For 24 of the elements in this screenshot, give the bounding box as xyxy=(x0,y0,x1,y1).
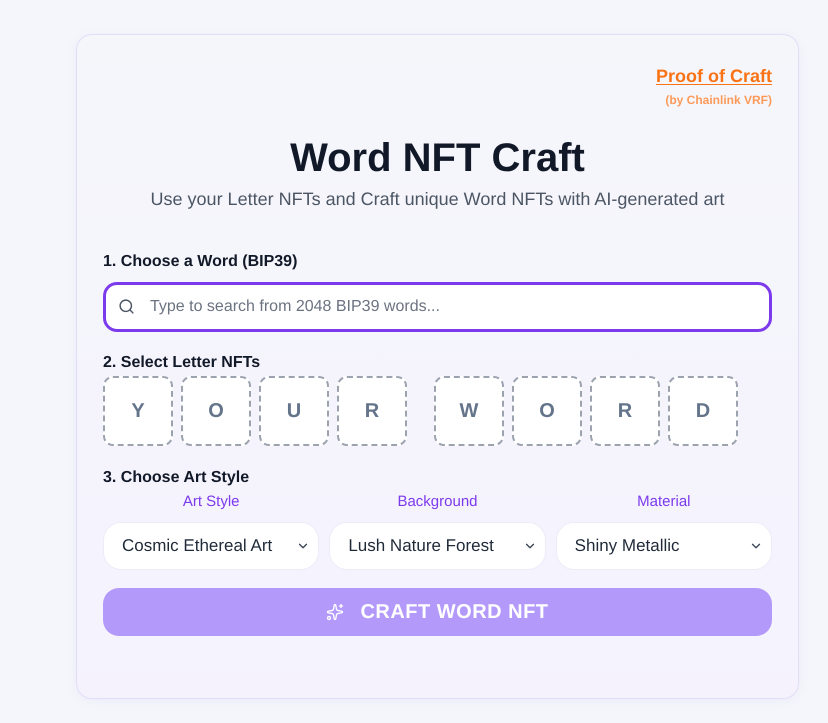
style-dropdown[interactable]: Shiny Metallic xyxy=(556,522,772,570)
letter-slot[interactable]: U xyxy=(259,376,329,446)
letter-slot[interactable]: Y xyxy=(103,376,173,446)
link-note: (by Chainlink VRF) xyxy=(665,92,772,108)
section-label: 1. Choose a Word (BIP39) xyxy=(103,252,298,272)
letter-slot[interactable]: D xyxy=(668,376,738,446)
letter-slot[interactable]: W xyxy=(434,376,504,446)
section-label: 3. Choose Art Style xyxy=(103,468,250,488)
page-title: Word NFT Craft xyxy=(290,135,585,182)
letter-slot[interactable]: R xyxy=(590,376,660,446)
letter-slot[interactable]: O xyxy=(181,376,251,446)
sparkles-icon xyxy=(326,603,344,621)
dropdown-label: Background xyxy=(397,492,478,512)
search-field[interactable]: Type to search from 2048 BIP39 words... xyxy=(103,282,772,332)
dropdown-label: Art Style xyxy=(182,492,240,512)
section-label: 2. Select Letter NFTs xyxy=(103,353,260,373)
style-dropdown[interactable]: Lush Nature Forest xyxy=(329,522,546,570)
letter-slot[interactable]: O xyxy=(512,376,582,446)
search-icon xyxy=(118,298,135,315)
proof-of-craft-link[interactable]: Proof of Craft xyxy=(656,65,772,87)
style-dropdown[interactable]: Cosmic Ethereal Art xyxy=(103,522,320,570)
dropdown-label: Material xyxy=(637,492,690,512)
page-subtitle: Use your Letter NFTs and Craft unique Word NFTs with AI-generated art xyxy=(150,188,724,211)
letter-slot[interactable]: R xyxy=(337,376,407,446)
